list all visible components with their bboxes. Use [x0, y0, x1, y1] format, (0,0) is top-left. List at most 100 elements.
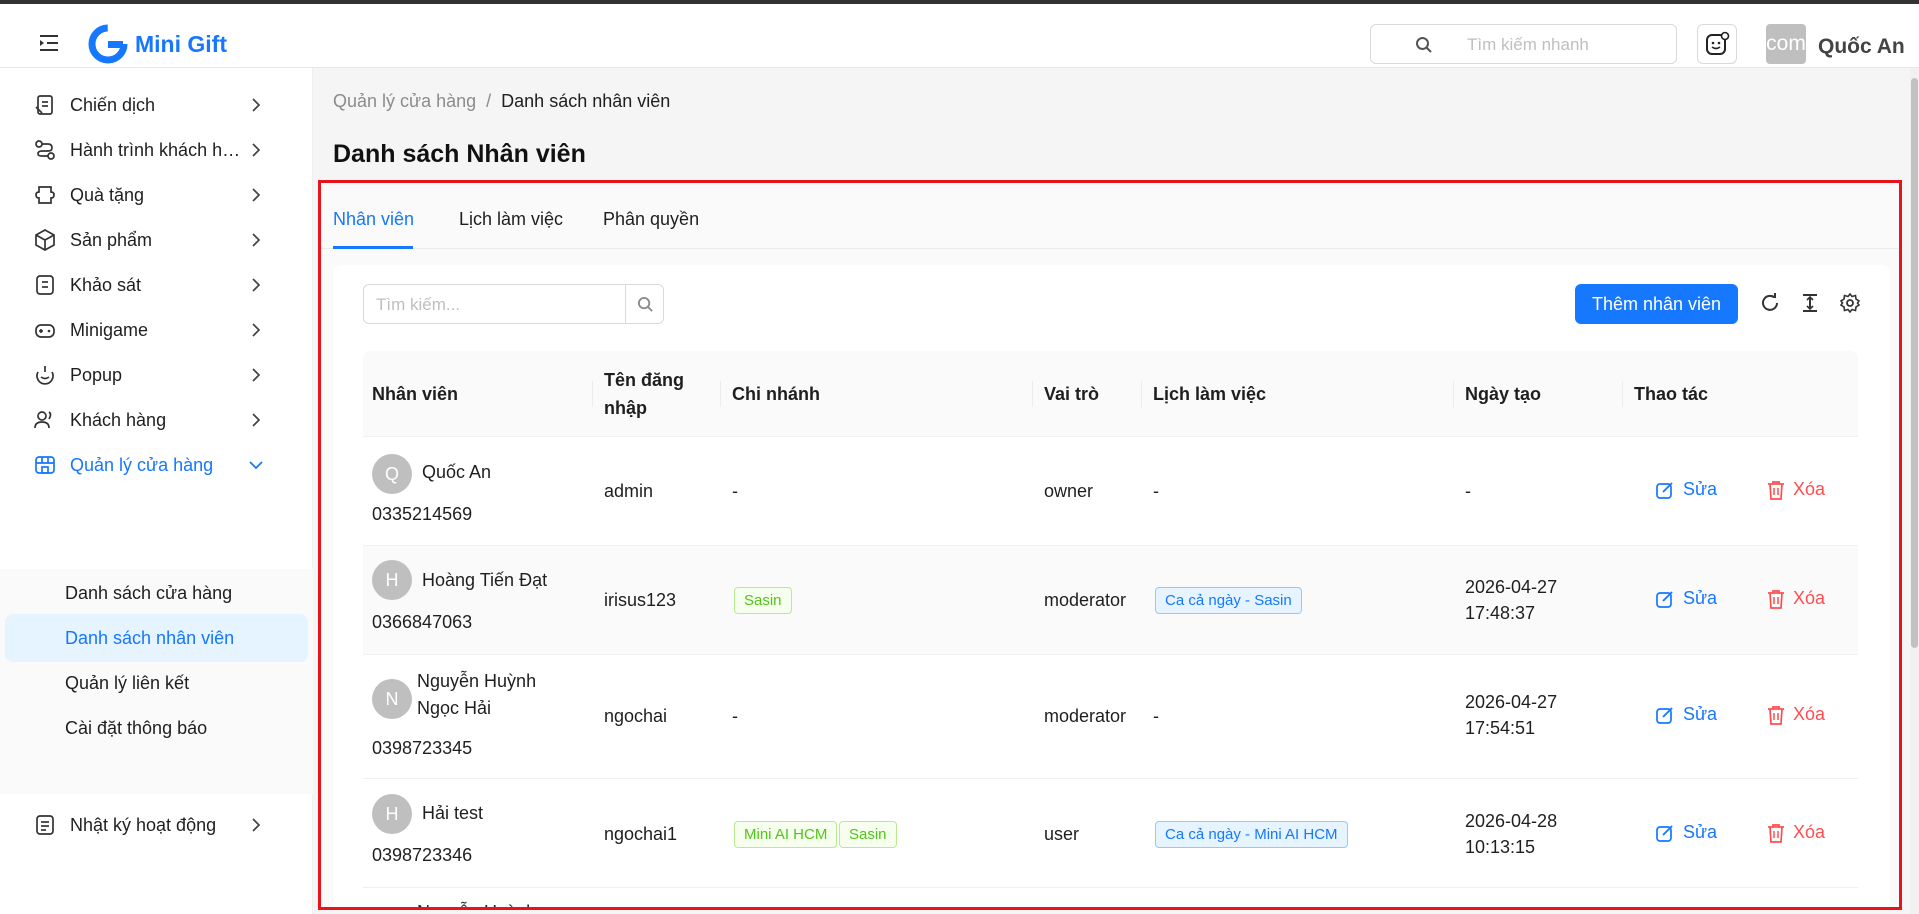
product-box-icon	[35, 229, 55, 251]
brand-name[interactable]: Mini Gift	[135, 31, 227, 58]
staff-search-input[interactable]	[376, 293, 626, 317]
staff-card: Nhân viên Lịch làm việc Phân quyền Thêm …	[318, 180, 1902, 910]
sidebar-item-products[interactable]: Sản phẩm	[0, 215, 313, 265]
popup-icon	[36, 366, 54, 385]
column-header-branch: Chi nhánh	[732, 384, 820, 404]
quick-search-input[interactable]	[1467, 33, 1662, 57]
notification-button[interactable]	[1697, 24, 1737, 64]
edit-label: Sửa	[1683, 822, 1718, 842]
table-row: H Hải test 0398723346 ngochai1 Mini AI H…	[363, 779, 1858, 888]
sidebar-subitem-store-list[interactable]: Danh sách cửa hàng	[5, 569, 308, 617]
column-header-username-line1: Tên đăng	[604, 370, 684, 390]
chevron-right-icon	[252, 233, 261, 247]
add-staff-button[interactable]: Thêm nhân viên	[1575, 284, 1738, 324]
column-divider	[1032, 381, 1033, 407]
table-header: Nhân viên Tên đăng nhập Chi nhánh Vai trò…	[363, 351, 1858, 437]
sidebar-subitem-link-management[interactable]: Quản lý liên kết	[5, 659, 308, 707]
delete-label: Xóa	[1793, 588, 1826, 608]
sidebar-item-label: Hành trình khách hàng	[70, 139, 242, 160]
edit-button[interactable]: Sửa	[1655, 588, 1717, 609]
quick-search-box[interactable]	[1370, 24, 1677, 64]
sidebar-item-store-management[interactable]: Quản lý cửa hàng	[0, 440, 313, 490]
staff-name: Hoàng Tiến Đạt	[422, 570, 548, 590]
column-divider	[1622, 381, 1623, 407]
menu-fold-icon[interactable]	[38, 33, 60, 53]
edit-icon	[1656, 824, 1673, 842]
sidebar-item-popup[interactable]: Popup	[0, 350, 313, 400]
sidebar-item-customer-journey[interactable]: Hành trình khách hàng	[0, 125, 313, 175]
breadcrumb-current: Danh sách nhân viên	[501, 91, 671, 111]
edit-button[interactable]: Sửa	[1655, 822, 1717, 843]
delete-button[interactable]: Xóa	[1767, 588, 1825, 609]
sidebar-subitem-label: Danh sách nhân viên	[65, 627, 235, 648]
staff-created-time: 10:13:15	[1465, 837, 1536, 857]
sidebar-item-gifts[interactable]: Quà tặng	[0, 170, 313, 220]
column-divider	[1141, 381, 1142, 407]
sidebar-item-label: Nhật ký hoạt động	[70, 814, 217, 835]
tab-active-indicator	[333, 246, 413, 249]
staff-role: moderator	[1044, 590, 1127, 610]
delete-button[interactable]: Xóa	[1767, 822, 1825, 843]
staff-username: admin	[604, 481, 654, 501]
staff-created-date: 2026-04-27	[1465, 577, 1558, 597]
staff-name: Quốc An	[422, 462, 492, 482]
activity-log-icon	[36, 815, 54, 835]
column-header-staff: Nhân viên	[372, 384, 459, 404]
avatar: N	[372, 909, 412, 910]
sidebar-subitem-notification-settings[interactable]: Cài đặt thông báo	[5, 704, 308, 752]
column-divider	[1453, 381, 1454, 407]
main-content: Quản lý cửa hàng / Danh sách nhân viên Dan…	[314, 68, 1919, 914]
tab-staff[interactable]: Nhân viên	[333, 209, 414, 230]
staff-created-date: 2026-04-27	[1465, 692, 1558, 712]
scrollbar-thumb[interactable]	[1911, 78, 1918, 648]
reload-icon[interactable]	[1759, 292, 1781, 314]
sidebar-subitem-label: Cài đặt thông báo	[65, 717, 208, 738]
survey-icon	[36, 275, 54, 295]
table-row: N Nguyễn Huỳnh Ngọc Hải 0398723345 ngoch…	[363, 655, 1858, 779]
breadcrumb-parent[interactable]: Quản lý cửa hàng	[333, 91, 476, 111]
user-name[interactable]: Quốc An	[1818, 35, 1905, 59]
sidebar-item-minigame[interactable]: Minigame	[0, 305, 313, 355]
tab-permissions[interactable]: Phân quyền	[603, 209, 699, 230]
staff-search-box	[363, 284, 664, 324]
chevron-right-icon	[252, 818, 261, 832]
chevron-right-icon	[252, 143, 261, 157]
column-header-username: Tên đăng nhập	[604, 366, 684, 422]
sidebar-item-customers[interactable]: Khách hàng	[0, 395, 313, 445]
column-header-actions: Thao tác	[1634, 384, 1709, 404]
staff-phone: 0398723345	[372, 738, 473, 758]
settings-icon[interactable]	[1839, 292, 1861, 314]
sidebar-item-label: Quản lý cửa hàng	[70, 454, 214, 475]
sidebar-subitem-staff-list[interactable]: Danh sách nhân viên	[5, 614, 308, 662]
staff-created-date: -	[1465, 481, 1471, 501]
delete-label: Xóa	[1793, 704, 1826, 724]
edit-button[interactable]: Sửa	[1655, 704, 1717, 725]
sidebar-item-campaigns[interactable]: Chiến dịch	[0, 80, 313, 130]
branch-tag: Mini AI HCM	[734, 821, 838, 848]
edit-label: Sửa	[1683, 704, 1718, 724]
delete-label: Xóa	[1793, 822, 1826, 842]
trash-icon	[1768, 589, 1784, 609]
column-header-schedule: Lịch làm việc	[1153, 384, 1267, 404]
campaign-icon	[35, 95, 53, 115]
page-scrollbar[interactable]	[1910, 68, 1919, 914]
gift-icon	[35, 186, 55, 204]
chevron-right-icon	[252, 368, 261, 382]
delete-button[interactable]: Xóa	[1767, 479, 1825, 500]
trash-icon	[1768, 480, 1784, 500]
tab-schedule[interactable]: Lịch làm việc	[459, 209, 563, 230]
customers-icon	[34, 411, 52, 429]
page-title: Danh sách Nhân viên	[333, 140, 586, 168]
edit-icon	[1656, 590, 1673, 608]
sidebar-item-surveys[interactable]: Khảo sát	[0, 260, 313, 310]
chevron-down-icon	[249, 461, 263, 470]
staff-phone: 0366847063	[372, 612, 473, 632]
delete-button[interactable]: Xóa	[1767, 704, 1825, 725]
column-height-icon[interactable]	[1799, 292, 1821, 314]
staff-search-button[interactable]	[625, 285, 663, 323]
staff-schedule: -	[1153, 481, 1159, 501]
sidebar-item-activity-log[interactable]: Nhật ký hoạt động	[0, 800, 313, 850]
user-avatar[interactable]: com	[1766, 24, 1806, 64]
edit-button[interactable]: Sửa	[1655, 479, 1717, 500]
sidebar-item-label: Khảo sát	[70, 274, 142, 295]
